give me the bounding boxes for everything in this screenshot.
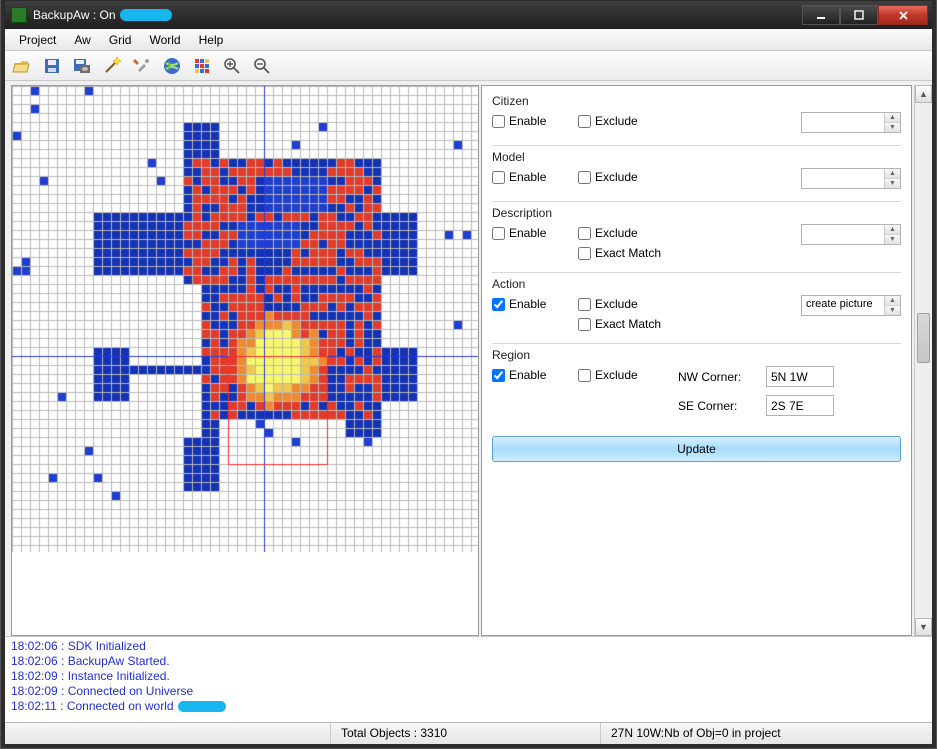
action-exact[interactable]: Exact Match: [578, 317, 678, 331]
scrollbar-vertical[interactable]: ▲ ▼: [914, 85, 932, 636]
menubar: Project Aw Grid World Help: [5, 29, 932, 51]
zoom-out-icon[interactable]: [249, 53, 275, 79]
statusbar: Total Objects : 3310 27N 10W:Nb of Obj=0…: [5, 722, 932, 744]
globe-icon[interactable]: [159, 53, 185, 79]
description-exclude[interactable]: Exclude: [578, 226, 678, 240]
group-model: Model Enable Exclude ▲▼: [492, 145, 901, 201]
maximize-button[interactable]: [840, 5, 878, 25]
scroll-up-icon[interactable]: ▲: [915, 85, 932, 103]
group-citizen: Citizen Enable Exclude ▲▼: [492, 90, 901, 145]
spin-down-icon[interactable]: ▼: [885, 306, 900, 315]
se-corner-input[interactable]: [766, 395, 834, 416]
save-icon[interactable]: [39, 53, 65, 79]
citizen-input[interactable]: ▲▼: [801, 112, 901, 133]
citizen-enable[interactable]: Enable: [492, 114, 578, 128]
log-line: 18:02:09 : Connected on Universe: [11, 684, 926, 699]
tools-icon[interactable]: [129, 53, 155, 79]
description-exact[interactable]: Exact Match: [578, 246, 678, 260]
se-corner-label: SE Corner:: [678, 399, 758, 413]
menu-world[interactable]: World: [141, 31, 188, 49]
redacted-world-name: [120, 9, 172, 21]
status-coords: 27N 10W:Nb of Obj=0 in project: [601, 723, 932, 744]
region-exclude[interactable]: Exclude: [578, 368, 678, 382]
menu-help[interactable]: Help: [191, 31, 232, 49]
action-enable[interactable]: Enable: [492, 297, 578, 311]
group-description: Description Enable Exclude Exact Match ▲…: [492, 201, 901, 272]
group-action: Action Enable Exclude Exact Match create…: [492, 272, 901, 343]
update-button[interactable]: Update: [492, 436, 901, 462]
spin-up-icon[interactable]: ▲: [885, 113, 900, 123]
log-line: 18:02:06 : BackupAw Started.: [11, 654, 926, 669]
citizen-heading: Citizen: [492, 94, 901, 108]
description-heading: Description: [492, 206, 901, 220]
scroll-track[interactable]: [915, 103, 932, 618]
menu-project[interactable]: Project: [11, 31, 64, 49]
description-input[interactable]: ▲▼: [801, 224, 901, 245]
region-enable[interactable]: Enable: [492, 368, 578, 382]
wand-icon[interactable]: [99, 53, 125, 79]
titlebar[interactable]: BackupAw : On: [5, 1, 932, 29]
action-heading: Action: [492, 277, 901, 291]
minimize-button[interactable]: [802, 5, 840, 25]
region-heading: Region: [492, 348, 901, 362]
nw-corner-label: NW Corner:: [678, 370, 758, 384]
status-objects: Total Objects : 3310: [331, 723, 601, 744]
filter-panel: Citizen Enable Exclude ▲▼: [481, 85, 912, 636]
app-window: BackupAw : On Project Aw Grid World Help: [4, 0, 933, 745]
nw-corner-input[interactable]: [766, 366, 834, 387]
description-enable[interactable]: Enable: [492, 226, 578, 240]
grid-color-icon[interactable]: [189, 53, 215, 79]
scroll-thumb[interactable]: [917, 313, 930, 363]
spin-down-icon[interactable]: ▼: [885, 179, 900, 188]
log-line: 18:02:06 : SDK Initialized: [11, 639, 926, 654]
status-spacer: [5, 723, 331, 744]
spin-up-icon[interactable]: ▲: [885, 169, 900, 179]
menu-aw[interactable]: Aw: [66, 31, 98, 49]
log-line: 18:02:11 : Connected on world: [11, 699, 926, 714]
model-heading: Model: [492, 150, 901, 164]
zoom-in-icon[interactable]: [219, 53, 245, 79]
group-region: Region Enable Exclude NW Corner: SE Corn…: [492, 343, 901, 428]
action-exclude[interactable]: Exclude: [578, 297, 678, 311]
spin-up-icon[interactable]: ▲: [885, 296, 900, 306]
redacted-world-name: [178, 701, 226, 712]
model-enable[interactable]: Enable: [492, 170, 578, 184]
citizen-exclude[interactable]: Exclude: [578, 114, 678, 128]
toolbar: [5, 51, 932, 81]
spin-up-icon[interactable]: ▲: [885, 225, 900, 235]
model-input[interactable]: ▲▼: [801, 168, 901, 189]
spin-down-icon[interactable]: ▼: [885, 123, 900, 132]
app-icon: [11, 7, 27, 23]
spin-down-icon[interactable]: ▼: [885, 235, 900, 244]
menu-grid[interactable]: Grid: [101, 31, 140, 49]
close-button[interactable]: [878, 5, 928, 25]
open-icon[interactable]: [9, 53, 35, 79]
model-exclude[interactable]: Exclude: [578, 170, 678, 184]
save-disk-icon[interactable]: [69, 53, 95, 79]
scroll-down-icon[interactable]: ▼: [915, 618, 932, 636]
grid-viewport[interactable]: [11, 85, 479, 636]
log-panel: 18:02:06 : SDK Initialized 18:02:06 : Ba…: [5, 636, 932, 722]
log-line: 18:02:09 : Instance Initialized.: [11, 669, 926, 684]
window-title: BackupAw : On: [33, 8, 796, 22]
action-input[interactable]: create picture ▲▼: [801, 295, 901, 316]
